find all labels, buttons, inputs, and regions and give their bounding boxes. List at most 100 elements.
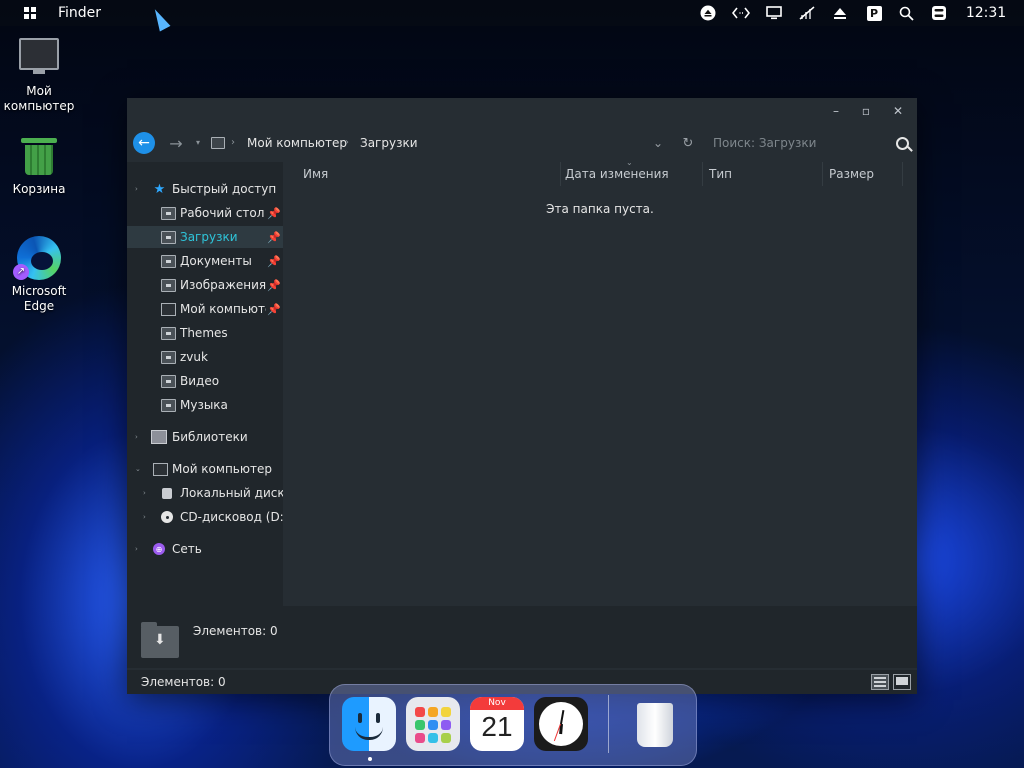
sidebar-item-pictures[interactable]: Изображения 📌 — [127, 274, 283, 296]
search-icon[interactable] — [895, 0, 917, 26]
sidebar-item-cd-drive[interactable]: › CD-дисковод (D:) v — [127, 506, 283, 528]
desktop-folder-icon — [161, 206, 176, 220]
dock-app-finder[interactable] — [342, 697, 396, 751]
toggle-settings-icon[interactable] — [928, 0, 950, 26]
forward-button[interactable]: → — [165, 132, 187, 154]
network-off-icon[interactable] — [796, 0, 818, 26]
pin-icon[interactable]: 📌 — [267, 254, 281, 268]
code-arrows-icon[interactable] — [730, 0, 752, 26]
column-header-date-modified[interactable]: Дата изменения — [557, 162, 703, 186]
details-item-count: Элементов: 0 — [193, 624, 278, 638]
sidebar-item-desktop[interactable]: Рабочий стол 📌 — [127, 202, 283, 224]
expand-chevron-icon[interactable]: › — [135, 433, 138, 441]
recycle-bin-icon — [17, 134, 61, 178]
documents-folder-icon — [161, 254, 176, 268]
breadcrumb-separator-icon: › — [231, 137, 235, 148]
expand-chevron-icon[interactable]: › — [143, 489, 146, 497]
details-view-button[interactable] — [871, 674, 889, 690]
maximize-button[interactable]: ▫ — [855, 102, 877, 120]
folder-icon — [161, 350, 176, 364]
sidebar-item-videos[interactable]: Видео — [127, 370, 283, 392]
p-badge-label: P — [866, 5, 882, 21]
large-icons-view-button[interactable] — [893, 674, 911, 690]
libraries-icon — [151, 430, 167, 444]
column-header-name[interactable]: Имя — [295, 162, 561, 186]
launchpad-grid-icon — [415, 707, 451, 743]
expand-chevron-icon[interactable]: › — [135, 185, 138, 193]
refresh-icon[interactable]: ↻ — [680, 134, 696, 152]
expand-chevron-icon[interactable]: › — [135, 545, 138, 553]
sidebar-item-label: Themes — [180, 326, 228, 340]
clock-face-icon — [539, 702, 583, 746]
p-badge-icon[interactable]: P — [863, 0, 885, 26]
star-icon: ★ — [153, 181, 166, 197]
pictures-folder-icon — [161, 278, 176, 292]
sidebar-item-documents[interactable]: Документы 📌 — [127, 250, 283, 272]
pin-icon[interactable]: 📌 — [267, 302, 281, 316]
pin-icon[interactable]: 📌 — [267, 206, 281, 220]
calendar-day: 21 — [481, 711, 513, 742]
sidebar-item-label: Документы — [180, 254, 252, 268]
clock[interactable]: 12:31 — [962, 0, 1010, 26]
monitor-icon[interactable] — [763, 0, 785, 26]
collapse-chevron-icon[interactable]: ⌄ — [135, 465, 141, 473]
cd-drive-icon — [161, 511, 173, 523]
dock: Nov 21 — [329, 684, 697, 766]
breadcrumb-downloads[interactable]: Загрузки — [360, 135, 418, 151]
dock-app-calendar[interactable]: Nov 21 — [470, 697, 524, 751]
back-button[interactable]: ← — [133, 132, 155, 154]
dock-app-trash[interactable] — [628, 697, 682, 751]
sidebar-item-label: Видео — [180, 374, 220, 388]
running-indicator — [368, 757, 372, 761]
dock-app-launchpad[interactable] — [406, 697, 460, 751]
arrow-left-icon: ← — [138, 135, 150, 151]
dock-app-clock[interactable] — [534, 697, 588, 751]
computer-icon — [153, 462, 168, 476]
search-button[interactable] — [891, 132, 913, 154]
search-input[interactable] — [713, 134, 883, 152]
address-dropdown-chevron-icon[interactable]: ⌄ — [651, 134, 665, 152]
finder-face-icon — [358, 713, 362, 723]
breadcrumb-my-computer[interactable]: Мой компьютер — [247, 135, 347, 151]
trash-can-icon — [637, 703, 673, 747]
sidebar-item-label: Быстрый доступ — [172, 182, 277, 196]
pin-icon[interactable]: 📌 — [267, 230, 281, 244]
sidebar-item-downloads[interactable]: Загрузки 📌 — [127, 226, 283, 248]
sidebar-item-themes[interactable]: Themes — [127, 322, 283, 344]
sidebar-item-quick-access[interactable]: › ★ Быстрый доступ — [127, 178, 283, 200]
finder-eye — [376, 713, 380, 723]
close-button[interactable]: ✕ — [887, 102, 909, 120]
desktop-icon-label: Microsoft Edge — [11, 284, 67, 313]
desktop-icon-edge[interactable]: ↗ Microsoft Edge — [0, 236, 78, 314]
sidebar-item-music[interactable]: Музыка — [127, 394, 283, 416]
pin-icon[interactable]: 📌 — [267, 278, 281, 292]
sidebar-item-local-disk[interactable]: › Локальный диск (C:) — [127, 482, 283, 504]
sidebar-item-label: Локальный диск (C:) — [180, 486, 283, 500]
sidebar-item-libraries[interactable]: › Библиотеки — [127, 426, 283, 448]
windows-logo-icon[interactable] — [22, 0, 38, 26]
desktop-icon-my-computer[interactable]: Мой компьютер — [0, 36, 78, 114]
eject-icon[interactable] — [697, 0, 719, 26]
hard-disk-icon — [162, 487, 172, 499]
sidebar-item-this-pc[interactable]: ⌄ Мой компьютер — [127, 458, 283, 480]
sidebar-item-label: Загрузки — [180, 230, 238, 244]
upload-icon[interactable] — [829, 0, 851, 26]
desktop-icon-label: Корзина — [12, 182, 66, 196]
desktop-icon-recycle-bin[interactable]: Корзина — [0, 134, 78, 197]
sidebar-item-label: Мой компьютер — [172, 462, 272, 476]
recent-locations-chevron-icon[interactable]: ▾ — [196, 135, 200, 151]
active-app-name[interactable]: Finder — [58, 0, 101, 26]
window-titlebar[interactable]: – ▫ ✕ — [127, 98, 917, 124]
expand-chevron-icon[interactable]: › — [143, 513, 146, 521]
column-header-type[interactable]: Тип — [701, 162, 823, 186]
file-list[interactable]: Имя ⌄ Дата изменения Тип Размер Эта папк… — [283, 158, 917, 606]
videos-folder-icon — [161, 374, 176, 388]
column-header-size[interactable]: Размер — [821, 162, 903, 186]
sidebar-item-my-computer-pinned[interactable]: Мой компьютер 📌 — [127, 298, 283, 320]
file-explorer-window: – ▫ ✕ ← → ▾ › Мой компьютер › Загрузки ⌄… — [127, 98, 917, 694]
sidebar-item-zvuk[interactable]: zvuk — [127, 346, 283, 368]
navigation-toolbar: ← → ▾ › Мой компьютер › Загрузки ⌄ ↻ — [127, 128, 917, 158]
arrow-right-icon: → — [169, 133, 183, 153]
minimize-button[interactable]: – — [825, 102, 847, 120]
sidebar-item-network[interactable]: › ⊕ Сеть — [127, 538, 283, 560]
